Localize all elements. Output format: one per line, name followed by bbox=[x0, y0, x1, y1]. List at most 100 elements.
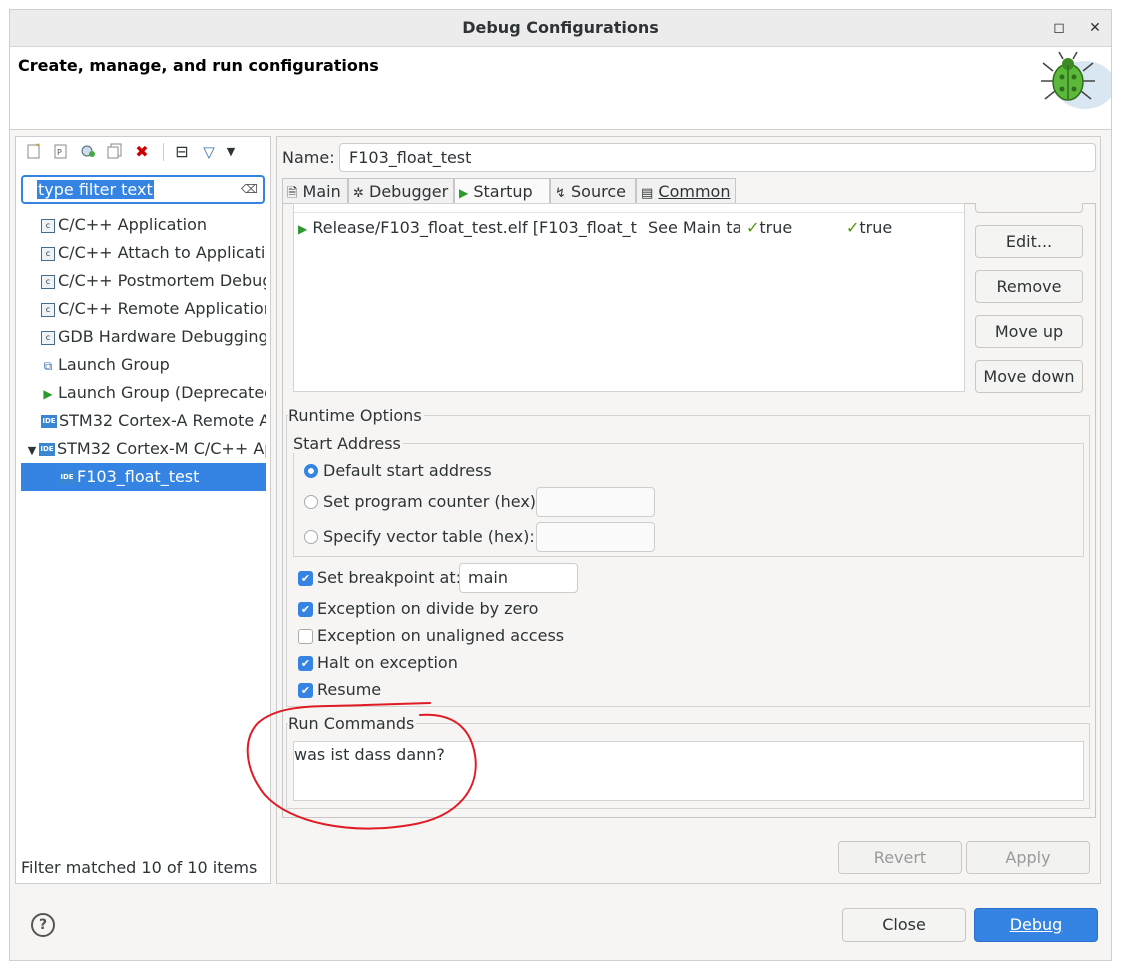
clear-filter-icon[interactable]: ⌫ bbox=[241, 182, 258, 196]
tree-item-cpp-remote[interactable]: c C/C++ Remote Application bbox=[21, 295, 266, 323]
play-icon: ▶ bbox=[459, 186, 469, 200]
c-icon: c bbox=[41, 274, 55, 289]
apply-button[interactable]: Apply bbox=[966, 841, 1090, 874]
export-icon[interactable] bbox=[79, 143, 97, 161]
program-counter-field[interactable] bbox=[536, 487, 655, 517]
ide-icon: IDE bbox=[59, 471, 75, 484]
table-cell-col3: ✓true bbox=[746, 218, 792, 237]
revert-button[interactable]: Revert bbox=[838, 841, 962, 874]
tab-startup[interactable]: ▶ Startup bbox=[454, 178, 550, 205]
tab-label: Main bbox=[302, 182, 341, 201]
tree-item-launch-group-deprecated[interactable]: ▶ Launch Group (Deprecated bbox=[21, 379, 266, 407]
c-icon: c bbox=[41, 246, 55, 261]
tree-item-label: STM32 Cortex-A Remote A bbox=[59, 411, 266, 430]
table-cell-col4: ✓true bbox=[846, 218, 892, 237]
window-title: Debug Configurations bbox=[462, 18, 659, 37]
add-button-partial[interactable] bbox=[975, 203, 1083, 213]
dropdown-arrow-icon[interactable]: ▼ bbox=[222, 143, 240, 161]
move-down-button[interactable]: Move down bbox=[975, 360, 1083, 393]
tree-item-label: STM32 Cortex-M C/C++ Ap bbox=[57, 439, 266, 458]
unaligned-access-checkbox[interactable] bbox=[298, 629, 313, 644]
help-icon[interactable]: ? bbox=[31, 913, 55, 937]
tree-item-label: Launch Group bbox=[58, 355, 170, 374]
tab-source[interactable]: ↯ Source bbox=[550, 178, 636, 204]
breakpoint-field[interactable]: main bbox=[459, 563, 578, 593]
cell-value: true bbox=[859, 218, 893, 237]
default-start-label: Default start address bbox=[323, 461, 492, 480]
tree-item-f103-float-test[interactable]: IDE F103_float_test bbox=[21, 463, 266, 491]
name-input[interactable]: F103_float_test bbox=[339, 143, 1096, 172]
table-cell-file: Release/F103_float_test.elf [F103_float_… bbox=[312, 218, 637, 237]
tree-item-stm32-cortex-a[interactable]: IDE STM32 Cortex-A Remote A bbox=[21, 407, 266, 435]
remove-button[interactable]: Remove bbox=[975, 270, 1083, 303]
tab-label: Common bbox=[658, 182, 731, 201]
bug-icon bbox=[1041, 51, 1111, 109]
debugger-icon: ✲ bbox=[353, 186, 364, 201]
divide-by-zero-checkbox[interactable]: ✔ bbox=[298, 602, 313, 617]
c-icon: c bbox=[41, 218, 55, 233]
tree-item-cpp-attach[interactable]: c C/C++ Attach to Applicatio bbox=[21, 239, 266, 267]
checkmark-icon: ✓ bbox=[846, 218, 860, 237]
delete-icon[interactable]: ✖ bbox=[133, 143, 151, 161]
table-row[interactable]: ▶ Release/F103_float_test.elf [F103_floa… bbox=[298, 218, 637, 237]
expand-arrow-icon[interactable]: ▼ bbox=[25, 437, 39, 463]
start-address-label: Start Address bbox=[293, 434, 403, 453]
set-breakpoint-label: Set breakpoint at: bbox=[317, 568, 462, 587]
tree-item-cpp-postmortem[interactable]: c C/C++ Postmortem Debug bbox=[21, 267, 266, 295]
filter-status: Filter matched 10 of 10 items bbox=[21, 858, 258, 877]
tree-item-label: C/C++ Application bbox=[58, 215, 208, 234]
new-prototype-icon[interactable]: P bbox=[52, 143, 70, 161]
tree-item-stm32-cortex-m[interactable]: ▼ IDE STM32 Cortex-M C/C++ Ap bbox=[21, 435, 266, 463]
filter-icon[interactable]: ▽ bbox=[200, 143, 218, 161]
vector-table-label: Specify vector table (hex): bbox=[323, 527, 535, 546]
maximize-button[interactable]: ◻ bbox=[1049, 18, 1069, 38]
set-pc-label: Set program counter (hex): bbox=[323, 492, 542, 511]
set-breakpoint-checkbox[interactable]: ✔ bbox=[298, 571, 313, 586]
red-annotation-circle bbox=[246, 702, 477, 830]
tree-item-cpp-application[interactable]: c C/C++ Application bbox=[21, 211, 266, 239]
new-configuration-icon[interactable]: * bbox=[25, 142, 43, 161]
divide-by-zero-label: Exception on divide by zero bbox=[317, 599, 539, 618]
close-window-button[interactable]: ✕ bbox=[1085, 18, 1105, 38]
table-cell-build: See Main tal bbox=[648, 218, 740, 237]
close-button[interactable]: Close bbox=[842, 908, 966, 942]
move-up-button[interactable]: Move up bbox=[975, 315, 1083, 348]
tab-main[interactable]: 🗎 Main bbox=[282, 178, 348, 204]
c-icon: c bbox=[41, 330, 55, 345]
common-icon: ▤ bbox=[641, 186, 654, 201]
play-icon: ▶ bbox=[43, 386, 53, 401]
duplicate-icon[interactable] bbox=[106, 143, 124, 161]
cell-value: true bbox=[759, 218, 793, 237]
edit-button[interactable]: Edit... bbox=[975, 225, 1083, 258]
tree-item-gdb-hardware[interactable]: c GDB Hardware Debugging bbox=[21, 323, 266, 351]
vector-table-field[interactable] bbox=[536, 522, 655, 552]
ide-icon: IDE bbox=[41, 415, 57, 428]
filter-input[interactable]: type filter text ⌫ bbox=[21, 175, 265, 204]
launch-group-icon: ⧉ bbox=[43, 358, 53, 373]
title-bar: Debug Configurations ◻ ✕ bbox=[10, 10, 1111, 47]
set-pc-radio[interactable] bbox=[304, 495, 318, 509]
ide-icon: IDE bbox=[39, 443, 55, 456]
load-image-table[interactable]: ▶ Release/F103_float_test.elf [F103_floa… bbox=[293, 203, 965, 392]
document-icon: 🗎 bbox=[287, 186, 298, 201]
debug-button[interactable]: Debug bbox=[974, 908, 1098, 942]
tab-label: Debugger bbox=[369, 182, 449, 201]
breakpoint-value[interactable]: main bbox=[468, 568, 508, 587]
tab-common[interactable]: ▤ Common bbox=[636, 178, 736, 204]
play-icon: ▶ bbox=[298, 222, 308, 236]
vector-table-radio[interactable] bbox=[304, 530, 318, 544]
tree-item-label: C/C++ Postmortem Debug bbox=[58, 271, 266, 290]
tab-debugger[interactable]: ✲ Debugger bbox=[348, 178, 454, 204]
default-start-radio[interactable] bbox=[304, 464, 318, 478]
source-icon: ↯ bbox=[555, 186, 566, 201]
collapse-all-icon[interactable]: ⊟ bbox=[173, 143, 191, 161]
halt-on-exception-checkbox[interactable]: ✔ bbox=[298, 656, 313, 671]
tree-item-label: Launch Group (Deprecated bbox=[58, 383, 266, 402]
filter-input-text[interactable]: type filter text bbox=[37, 180, 154, 199]
name-label: Name: bbox=[282, 148, 335, 167]
svg-text:P: P bbox=[57, 148, 62, 157]
name-input-value[interactable]: F103_float_test bbox=[349, 148, 471, 167]
tree-item-launch-group[interactable]: ⧉ Launch Group bbox=[21, 351, 266, 379]
runtime-options-label: Runtime Options bbox=[288, 406, 424, 425]
table-header bbox=[294, 204, 964, 213]
